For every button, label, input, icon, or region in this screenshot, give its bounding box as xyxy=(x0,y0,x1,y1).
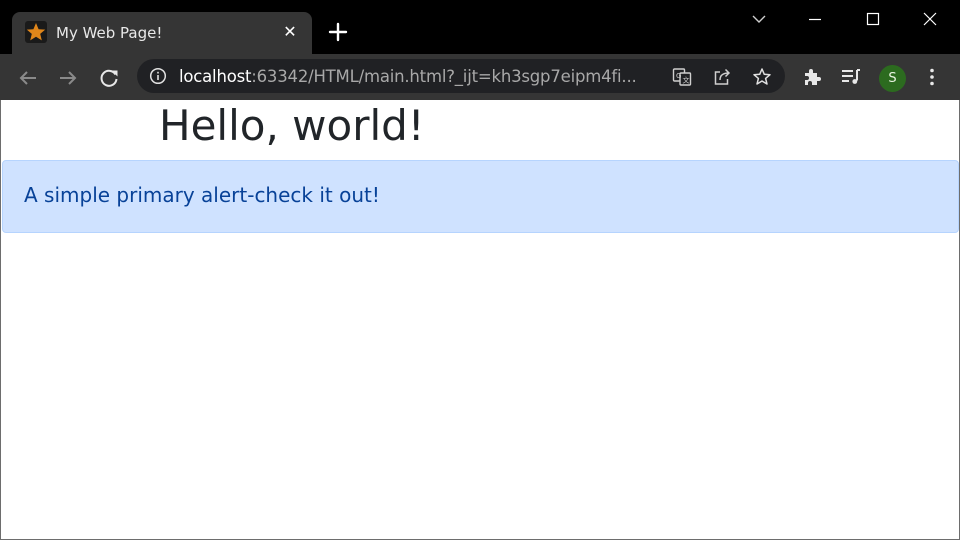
star-icon xyxy=(25,21,47,43)
browser-toolbar: localhost:63342/HTML/main.html?_ijt=kh3s… xyxy=(0,54,960,100)
maximize-icon[interactable] xyxy=(850,0,896,40)
primary-alert: A simple primary alert-check it out! xyxy=(2,160,959,233)
tab-title: My Web Page! xyxy=(56,24,163,42)
bookmark-star-icon[interactable] xyxy=(752,67,772,87)
page-content: Hello, world! A simple primary alert-che… xyxy=(0,100,960,540)
plus-icon[interactable] xyxy=(326,20,350,44)
share-icon[interactable] xyxy=(712,67,732,87)
close-icon[interactable] xyxy=(907,0,953,40)
tab-my-web-page[interactable]: My Web Page! ✕ xyxy=(12,12,312,54)
address-bar[interactable]: localhost:63342/HTML/main.html?_ijt=kh3s… xyxy=(137,59,785,93)
minimize-icon[interactable] xyxy=(792,0,838,40)
tab-search-icon[interactable] xyxy=(736,0,782,40)
translate-icon[interactable]: G 文 xyxy=(672,67,692,87)
kebab-menu-icon[interactable] xyxy=(921,66,943,88)
page-heading: Hello, world! xyxy=(159,101,425,150)
url-path: :63342/HTML/main.html?_ijt=kh3sgp7eipm4f… xyxy=(251,67,637,86)
tab-strip: My Web Page! ✕ xyxy=(0,0,960,54)
alert-text: A simple primary alert-check it out! xyxy=(24,183,380,207)
url-text: localhost:63342/HTML/main.html?_ijt=kh3s… xyxy=(179,67,637,86)
arrow-right-icon[interactable] xyxy=(54,64,82,92)
puzzle-icon[interactable] xyxy=(801,66,823,88)
close-tab-icon[interactable]: ✕ xyxy=(280,22,300,42)
svg-text:G: G xyxy=(676,72,681,80)
profile-avatar[interactable]: S xyxy=(879,65,906,92)
svg-text:文: 文 xyxy=(683,76,690,85)
site-info-icon[interactable] xyxy=(149,67,167,85)
url-host: localhost xyxy=(179,67,252,86)
media-queue-icon[interactable] xyxy=(840,66,862,88)
reload-icon[interactable] xyxy=(95,64,123,92)
arrow-left-icon[interactable] xyxy=(14,64,42,92)
